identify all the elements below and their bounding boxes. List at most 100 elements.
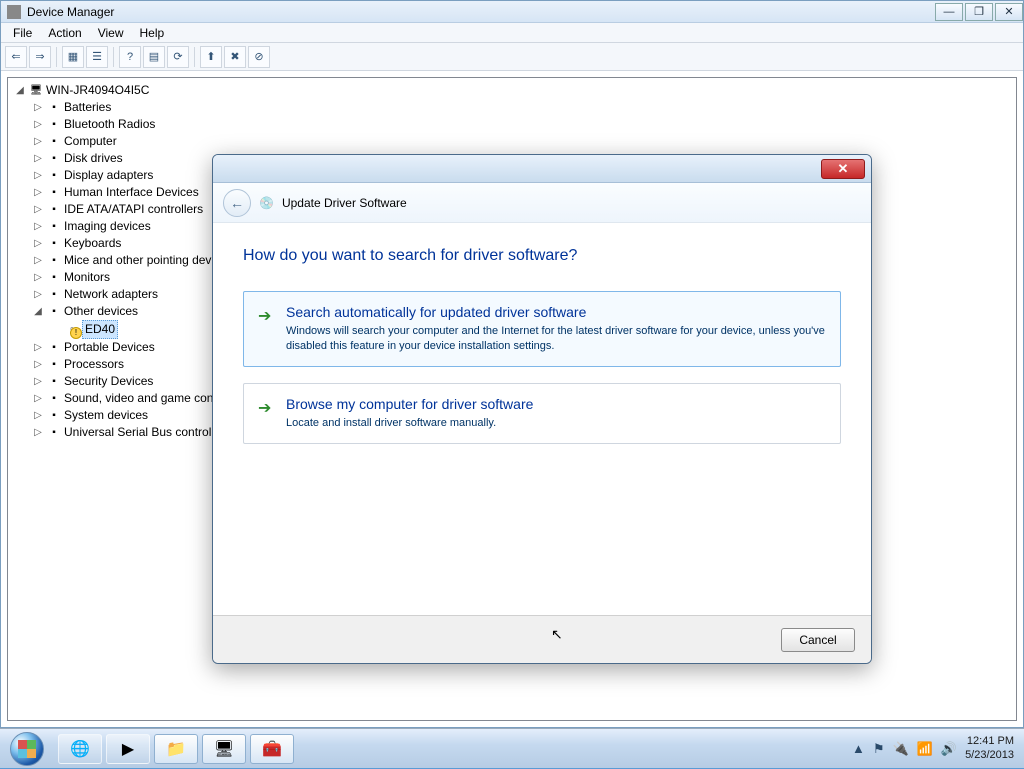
- category-icon: ▪: [46, 305, 62, 319]
- category-icon: ▪: [46, 426, 62, 440]
- uninstall-icon[interactable]: ✖: [224, 46, 246, 68]
- taskbar-toolbox[interactable]: 🧰: [250, 734, 294, 764]
- volume-icon[interactable]: 🔊: [941, 741, 957, 757]
- category-icon: ▪: [46, 254, 62, 268]
- option2-desc: Locate and install driver software manua…: [286, 416, 826, 431]
- power-icon[interactable]: 🔌: [893, 741, 909, 757]
- dialog-body: How do you want to search for driver sof…: [213, 223, 871, 470]
- tree-node-label: Mice and other pointing devices: [64, 252, 233, 269]
- option2-title: Browse my computer for driver software: [286, 396, 826, 412]
- menu-action[interactable]: Action: [40, 24, 89, 42]
- expand-icon[interactable]: ▷: [32, 218, 44, 235]
- tree-node-label: Processors: [64, 356, 124, 373]
- expand-icon[interactable]: ▷: [32, 252, 44, 269]
- update-driver-dialog: ✕ ← 💿 Update Driver Software How do you …: [212, 154, 872, 664]
- update-driver-icon[interactable]: ⬆: [200, 46, 222, 68]
- collapse-icon[interactable]: ◢: [14, 82, 26, 99]
- category-icon: ▪: [46, 271, 62, 285]
- expand-icon[interactable]: ▷: [32, 407, 44, 424]
- category-icon: ▪: [46, 341, 62, 355]
- disable-icon[interactable]: ⊘: [248, 46, 270, 68]
- expand-icon[interactable]: ▷: [32, 133, 44, 150]
- toolbar: ⇐ ⇒ ▦ ☰ ? ▤ ⟳ ⬆ ✖ ⊘: [1, 43, 1023, 71]
- category-icon: ▪: [46, 135, 62, 149]
- clock[interactable]: 12:41 PM 5/23/2013: [965, 735, 1014, 761]
- minimize-button[interactable]: —: [935, 3, 963, 21]
- dialog-heading: How do you want to search for driver sof…: [243, 247, 841, 265]
- expand-icon[interactable]: ▷: [32, 184, 44, 201]
- expand-icon[interactable]: ▷: [32, 390, 44, 407]
- system-tray: ▲ ⚑ 🔌 📶 🔊 12:41 PM 5/23/2013: [852, 735, 1024, 761]
- menu-help[interactable]: Help: [132, 24, 173, 42]
- show-hidden-icon[interactable]: ▦: [62, 46, 84, 68]
- tree-node-label: Computer: [64, 133, 117, 150]
- cancel-button[interactable]: Cancel: [781, 628, 855, 652]
- expand-icon[interactable]: ▷: [32, 339, 44, 356]
- tree-node-label: Other devices: [64, 303, 138, 320]
- tree-node-label: System devices: [64, 407, 148, 424]
- expand-icon[interactable]: ▷: [32, 99, 44, 116]
- arrow-icon: ➔: [258, 306, 271, 326]
- menu-view[interactable]: View: [90, 24, 132, 42]
- dialog-close-button[interactable]: ✕: [821, 159, 865, 179]
- tree-node-label: Universal Serial Bus controllers: [64, 424, 231, 441]
- tree-node-label: Human Interface Devices: [64, 184, 199, 201]
- forward-icon[interactable]: ⇒: [29, 46, 51, 68]
- back-icon[interactable]: ⇐: [5, 46, 27, 68]
- expand-icon[interactable]: ▷: [32, 424, 44, 441]
- taskbar-device-manager[interactable]: 🖥: [202, 734, 246, 764]
- expand-icon[interactable]: ▷: [32, 235, 44, 252]
- category-icon: ▪: [46, 392, 62, 406]
- category-icon: ▪: [46, 152, 62, 166]
- category-icon: ▪: [46, 220, 62, 234]
- category-icon: ▪: [46, 186, 62, 200]
- action-icon[interactable]: ▤: [143, 46, 165, 68]
- cd-icon: 💿: [259, 196, 274, 210]
- tree-node[interactable]: ▷▪Bluetooth Radios: [32, 116, 1010, 133]
- expand-icon[interactable]: ▷: [32, 167, 44, 184]
- arrow-icon: ➔: [258, 398, 271, 418]
- dialog-title: Update Driver Software: [282, 196, 407, 210]
- tree-node-label: Network adapters: [64, 286, 158, 303]
- tree-node-label: Batteries: [64, 99, 111, 116]
- category-icon: ▪: [46, 409, 62, 423]
- tree-node-label: Monitors: [64, 269, 110, 286]
- properties-icon[interactable]: ☰: [86, 46, 108, 68]
- dialog-titlebar[interactable]: ✕: [213, 155, 871, 183]
- network-icon[interactable]: 📶: [917, 741, 933, 757]
- expand-icon[interactable]: ▷: [32, 269, 44, 286]
- clock-date: 5/23/2013: [965, 749, 1014, 762]
- warning-icon: ▫: [64, 323, 80, 337]
- option-search-automatically[interactable]: ➔ Search automatically for updated drive…: [243, 291, 841, 367]
- tray-expand-icon[interactable]: ▲: [852, 741, 865, 756]
- taskbar-media[interactable]: ▶: [106, 734, 150, 764]
- category-icon: ▪: [46, 288, 62, 302]
- collapse-icon[interactable]: ◢: [32, 303, 44, 320]
- expand-icon[interactable]: ▷: [32, 373, 44, 390]
- app-icon: [7, 5, 21, 19]
- titlebar[interactable]: Device Manager — ❐ ✕: [1, 1, 1023, 23]
- flag-icon[interactable]: ⚑: [873, 741, 885, 757]
- expand-icon[interactable]: ▷: [32, 150, 44, 167]
- start-button[interactable]: [0, 729, 54, 769]
- maximize-button[interactable]: ❐: [965, 3, 993, 21]
- expand-icon[interactable]: ▷: [32, 286, 44, 303]
- tree-node[interactable]: ▷▪Batteries: [32, 99, 1010, 116]
- tree-root-node[interactable]: ◢ 🖥 WIN-JR4094O4I5C: [14, 82, 1010, 99]
- option1-title: Search automatically for updated driver …: [286, 304, 826, 320]
- option-browse-computer[interactable]: ➔ Browse my computer for driver software…: [243, 383, 841, 444]
- close-button[interactable]: ✕: [995, 3, 1023, 21]
- taskbar-ie[interactable]: 🌐: [58, 734, 102, 764]
- menu-file[interactable]: File: [5, 24, 40, 42]
- category-icon: ▪: [46, 358, 62, 372]
- tree-node-label: Keyboards: [64, 235, 121, 252]
- expand-icon[interactable]: ▷: [32, 116, 44, 133]
- tree-node[interactable]: ▷▪Computer: [32, 133, 1010, 150]
- category-icon: ▪: [46, 203, 62, 217]
- expand-icon[interactable]: ▷: [32, 201, 44, 218]
- expand-icon[interactable]: ▷: [32, 356, 44, 373]
- back-button[interactable]: ←: [223, 189, 251, 217]
- scan-icon[interactable]: ⟳: [167, 46, 189, 68]
- help-icon[interactable]: ?: [119, 46, 141, 68]
- taskbar-explorer[interactable]: 📁: [154, 734, 198, 764]
